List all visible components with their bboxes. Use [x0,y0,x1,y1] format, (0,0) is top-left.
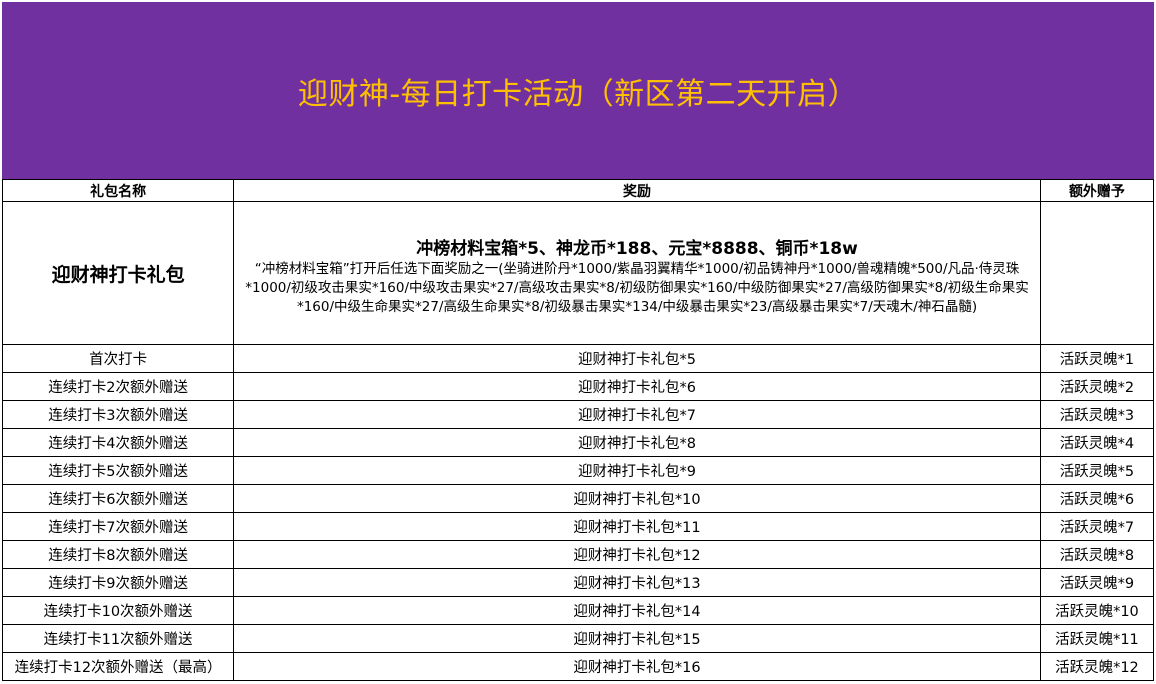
row-reward-cell[interactable]: 迎财神打卡礼包*9 [233,456,1041,485]
reward-table: 礼包名称 奖励 额外赠予 迎财神打卡礼包 冲榜材料宝箱*5、神龙币*188、元宝… [1,179,1155,681]
row-extra-cell[interactable]: 活跃灵魄*11 [1039,624,1155,653]
row-extra-cell[interactable]: 活跃灵魄*1 [1039,344,1155,373]
row-name-cell[interactable]: 连续打卡7次额外赠送 [1,512,235,541]
banner-title: 迎财神-每日打卡活动（新区第二天开启） [297,76,859,112]
row-extra-cell[interactable]: 活跃灵魄*8 [1039,540,1155,569]
row-name-cell[interactable]: 连续打卡12次额外赠送（最高） [1,652,235,681]
row-reward-cell[interactable]: 迎财神打卡礼包*7 [233,400,1041,429]
main-gift-reward-detail: “冲榜材料宝箱”打开后任选下面奖励之一(坐骑进阶丹*1000/紫晶羽翼精华*10… [245,260,1029,315]
row-name-cell[interactable]: 连续打卡10次额外赠送 [1,596,235,625]
main-gift-reward-cell[interactable]: 冲榜材料宝箱*5、神龙币*188、元宝*8888、铜币*18w “冲榜材料宝箱”… [233,201,1041,345]
header-reward[interactable]: 奖励 [233,179,1041,202]
table-row: 连续打卡7次额外赠送 迎财神打卡礼包*11 活跃灵魄*7 [1,512,1155,541]
row-reward-cell[interactable]: 迎财神打卡礼包*13 [233,568,1041,597]
table-row: 连续打卡3次额外赠送 迎财神打卡礼包*7 活跃灵魄*3 [1,400,1155,429]
table-row: 连续打卡8次额外赠送 迎财神打卡礼包*12 活跃灵魄*8 [1,540,1155,569]
row-reward-cell[interactable]: 迎财神打卡礼包*8 [233,428,1041,457]
row-extra-cell[interactable]: 活跃灵魄*10 [1039,596,1155,625]
table-row: 连续打卡4次额外赠送 迎财神打卡礼包*8 活跃灵魄*4 [1,428,1155,457]
row-name-cell[interactable]: 连续打卡8次额外赠送 [1,540,235,569]
row-name-cell[interactable]: 连续打卡3次额外赠送 [1,400,235,429]
banner-merged-cell[interactable]: 迎财神-每日打卡活动（新区第二天开启） [2,2,1154,179]
table-row: 连续打卡2次额外赠送 迎财神打卡礼包*6 活跃灵魄*2 [1,372,1155,401]
header-gift-name[interactable]: 礼包名称 [1,179,235,202]
row-reward-cell[interactable]: 迎财神打卡礼包*5 [233,344,1041,373]
table-row: 连续打卡11次额外赠送 迎财神打卡礼包*15 活跃灵魄*11 [1,624,1155,653]
main-gift-name-cell[interactable]: 迎财神打卡礼包 [1,201,235,345]
row-reward-cell[interactable]: 迎财神打卡礼包*16 [233,652,1041,681]
row-name-cell[interactable]: 连续打卡11次额外赠送 [1,624,235,653]
header-row: 礼包名称 奖励 额外赠予 [1,179,1155,202]
table-row: 连续打卡9次额外赠送 迎财神打卡礼包*13 活跃灵魄*9 [1,568,1155,597]
row-name-cell[interactable]: 连续打卡5次额外赠送 [1,456,235,485]
row-name-cell[interactable]: 首次打卡 [1,344,235,373]
row-reward-cell[interactable]: 迎财神打卡礼包*12 [233,540,1041,569]
row-name-cell[interactable]: 连续打卡2次额外赠送 [1,372,235,401]
row-name-cell[interactable]: 连续打卡6次额外赠送 [1,484,235,513]
table-row: 首次打卡 迎财神打卡礼包*5 活跃灵魄*1 [1,344,1155,373]
row-name-cell[interactable]: 连续打卡4次额外赠送 [1,428,235,457]
main-gift-row: 迎财神打卡礼包 冲榜材料宝箱*5、神龙币*188、元宝*8888、铜币*18w … [1,201,1155,345]
row-extra-cell[interactable]: 活跃灵魄*12 [1039,652,1155,681]
table-row: 连续打卡12次额外赠送（最高） 迎财神打卡礼包*16 活跃灵魄*12 [1,652,1155,681]
row-extra-cell[interactable]: 活跃灵魄*7 [1039,512,1155,541]
row-extra-cell[interactable]: 活跃灵魄*9 [1039,568,1155,597]
row-extra-cell[interactable]: 活跃灵魄*6 [1039,484,1155,513]
row-reward-cell[interactable]: 迎财神打卡礼包*14 [233,596,1041,625]
table-row: 连续打卡6次额外赠送 迎财神打卡礼包*10 活跃灵魄*6 [1,484,1155,513]
row-reward-cell[interactable]: 迎财神打卡礼包*11 [233,512,1041,541]
main-gift-name: 迎财神打卡礼包 [51,263,185,286]
main-gift-extra-cell[interactable] [1039,201,1155,345]
row-extra-cell[interactable]: 活跃灵魄*2 [1039,372,1155,401]
main-gift-reward-headline: 冲榜材料宝箱*5、神龙币*188、元宝*8888、铜币*18w [416,238,858,259]
header-extra[interactable]: 额外赠予 [1039,179,1155,202]
table-row: 连续打卡10次额外赠送 迎财神打卡礼包*14 活跃灵魄*10 [1,596,1155,625]
table-row: 连续打卡5次额外赠送 迎财神打卡礼包*9 活跃灵魄*5 [1,456,1155,485]
row-reward-cell[interactable]: 迎财神打卡礼包*6 [233,372,1041,401]
row-extra-cell[interactable]: 活跃灵魄*4 [1039,428,1155,457]
row-extra-cell[interactable]: 活跃灵魄*5 [1039,456,1155,485]
row-name-cell[interactable]: 连续打卡9次额外赠送 [1,568,235,597]
row-reward-cell[interactable]: 迎财神打卡礼包*10 [233,484,1041,513]
row-extra-cell[interactable]: 活跃灵魄*3 [1039,400,1155,429]
row-reward-cell[interactable]: 迎财神打卡礼包*15 [233,624,1041,653]
